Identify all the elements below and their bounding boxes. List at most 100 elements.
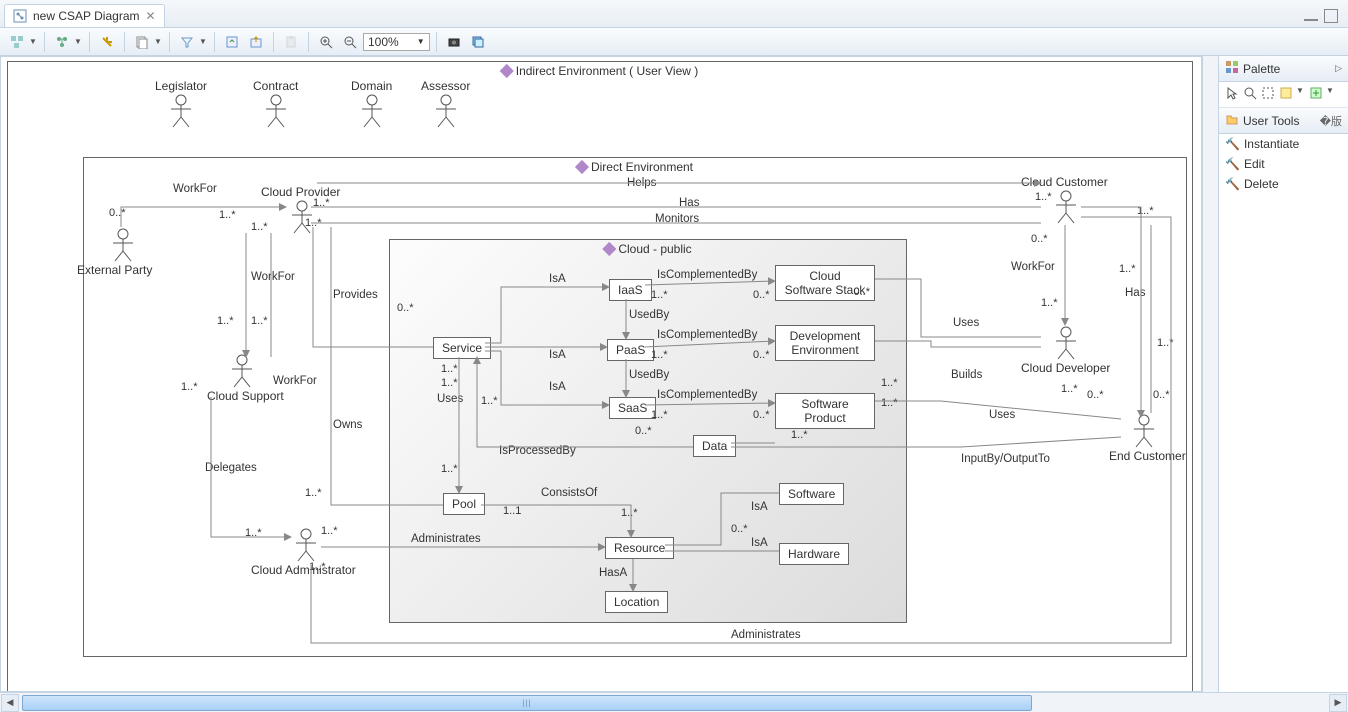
mult: 1..* — [321, 525, 338, 537]
node-hardware[interactable]: Hardware — [779, 543, 849, 565]
marquee-tool-icon[interactable] — [1261, 86, 1275, 103]
dropdown-icon[interactable]: ▼ — [73, 37, 83, 46]
copy-button[interactable] — [131, 31, 153, 53]
mult: 1..* — [1061, 383, 1078, 395]
direct-env-label: Direct Environment — [591, 160, 693, 174]
actor-end-customer[interactable]: End Customer — [1109, 413, 1186, 463]
dropdown-icon[interactable]: ▼ — [1325, 86, 1335, 103]
palette-header[interactable]: Palette ▷ — [1219, 56, 1348, 82]
paste-button[interactable] — [280, 31, 302, 53]
mult: 0..* — [109, 207, 126, 219]
label-uses3: Uses — [989, 409, 1015, 421]
tool-edit[interactable]: 🔨Edit — [1219, 154, 1348, 174]
layers-button[interactable] — [467, 31, 489, 53]
zoom-value: 100% — [368, 35, 399, 49]
tool-delete[interactable]: 🔨Delete — [1219, 174, 1348, 194]
node-location[interactable]: Location — [605, 591, 668, 613]
diamond-icon — [602, 242, 616, 256]
palette-icon — [1225, 60, 1239, 77]
actor-domain[interactable]: Domain — [351, 79, 392, 129]
node-pool[interactable]: Pool — [443, 493, 485, 515]
node-service[interactable]: Service — [433, 337, 491, 359]
snapshot-button[interactable] — [443, 31, 465, 53]
mult: 1..* — [651, 349, 668, 361]
scroll-left-button[interactable]: ◀ — [1, 694, 19, 712]
actor-legislator[interactable]: Legislator — [155, 79, 207, 129]
layout-button[interactable] — [6, 31, 28, 53]
refresh-button[interactable] — [221, 31, 243, 53]
tool-instantiate[interactable]: 🔨Instantiate — [1219, 134, 1348, 154]
node-software[interactable]: Software — [779, 483, 844, 505]
node-devenv[interactable]: Development Environment — [775, 325, 875, 361]
dropdown-icon[interactable]: ▼ — [28, 37, 38, 46]
scroll-right-button[interactable]: ▶ — [1329, 694, 1347, 712]
dropdown-icon[interactable]: ▼ — [1295, 86, 1305, 103]
tab-controls — [1294, 5, 1348, 27]
actor-external-party[interactable]: External Party — [93, 227, 152, 277]
node-paas[interactable]: PaaS — [607, 339, 654, 361]
node-swprod[interactable]: Software Product — [775, 393, 875, 429]
mult: 1..* — [651, 289, 668, 301]
zoom-tool-icon[interactable] — [1243, 86, 1257, 103]
label-monitors: Monitors — [655, 213, 699, 225]
cloud-label: Cloud - public — [618, 242, 691, 256]
scroll-thumb[interactable] — [22, 695, 1032, 711]
node-saas[interactable]: SaaS — [609, 397, 656, 419]
label-iscomp3: IsComplementedBy — [657, 389, 757, 401]
dropdown-icon[interactable]: ▼ — [198, 37, 208, 46]
actor-contract[interactable]: Contract — [253, 79, 298, 129]
mult: 1..* — [621, 507, 638, 519]
zoom-select[interactable]: 100%▼ — [363, 33, 430, 51]
select-button[interactable] — [51, 31, 73, 53]
node-data[interactable]: Data — [693, 435, 736, 457]
collapse-icon[interactable]: �版 — [1320, 113, 1342, 129]
mult: 1..* — [481, 395, 498, 407]
mult: 0..* — [635, 425, 652, 437]
node-iaas[interactable]: IaaS — [609, 279, 652, 301]
editor-tab[interactable]: new CSAP Diagram ✕ — [4, 4, 165, 27]
actor-cloud-provider[interactable]: Cloud Provider — [261, 185, 340, 235]
vertical-scrollbar[interactable] — [1202, 56, 1218, 692]
pointer-tool-icon[interactable] — [1225, 86, 1239, 103]
label-isa4: IsA — [751, 501, 768, 513]
diagram-canvas[interactable]: Indirect Environment ( User View ) Legis… — [0, 56, 1202, 692]
actor-cloud-developer[interactable]: Cloud Developer — [1021, 325, 1110, 375]
folder-icon — [1225, 112, 1239, 129]
palette-panel: Palette ▷ ▼ ▼ User Tools �版 🔨Instantiate… — [1218, 56, 1348, 692]
mult: 1..* — [1041, 297, 1058, 309]
horizontal-scrollbar[interactable]: ◀ ▶ — [0, 692, 1348, 712]
node-css[interactable]: Cloud Software Stack0..* — [775, 265, 875, 301]
mult: 1..* — [217, 315, 234, 327]
hammer-icon: 🔨 — [1225, 137, 1240, 151]
mult: 1..* — [305, 487, 322, 499]
mult: 1..* — [441, 363, 458, 375]
indirect-env-label: Indirect Environment ( User View ) — [516, 64, 699, 78]
node-resource[interactable]: Resource — [605, 537, 674, 559]
export-button[interactable] — [245, 31, 267, 53]
label-isa2: IsA — [549, 349, 566, 361]
user-tools-header[interactable]: User Tools �版 — [1219, 108, 1348, 134]
label-hasa: HasA — [599, 567, 627, 579]
hammer-icon: 🔨 — [1225, 157, 1240, 171]
dropdown-icon[interactable]: ▼ — [153, 37, 163, 46]
add-tool-icon[interactable] — [1309, 86, 1323, 103]
mult: 1..* — [881, 397, 898, 409]
mult: 1..* — [441, 463, 458, 475]
tab-bar: new CSAP Diagram ✕ — [0, 0, 1348, 28]
mult: 0..* — [753, 349, 770, 361]
minimize-icon[interactable] — [1304, 13, 1318, 21]
zoom-out-button[interactable] — [339, 31, 361, 53]
zoom-in-button[interactable] — [315, 31, 337, 53]
mult: 0..* — [1087, 389, 1104, 401]
actor-cloud-administrator[interactable]: Cloud Administrator — [251, 527, 356, 577]
note-tool-icon[interactable] — [1279, 86, 1293, 103]
tab-close-icon[interactable]: ✕ — [146, 9, 156, 23]
filter-button[interactable] — [176, 31, 198, 53]
actor-cloud-customer[interactable]: Cloud Customer — [1021, 175, 1108, 225]
mult: 1..* — [1035, 191, 1052, 203]
pin-button[interactable] — [96, 31, 118, 53]
mult: 0..* — [753, 409, 770, 421]
actor-assessor[interactable]: Assessor — [421, 79, 470, 129]
chevron-right-icon[interactable]: ▷ — [1335, 63, 1342, 74]
maximize-icon[interactable] — [1324, 9, 1338, 23]
